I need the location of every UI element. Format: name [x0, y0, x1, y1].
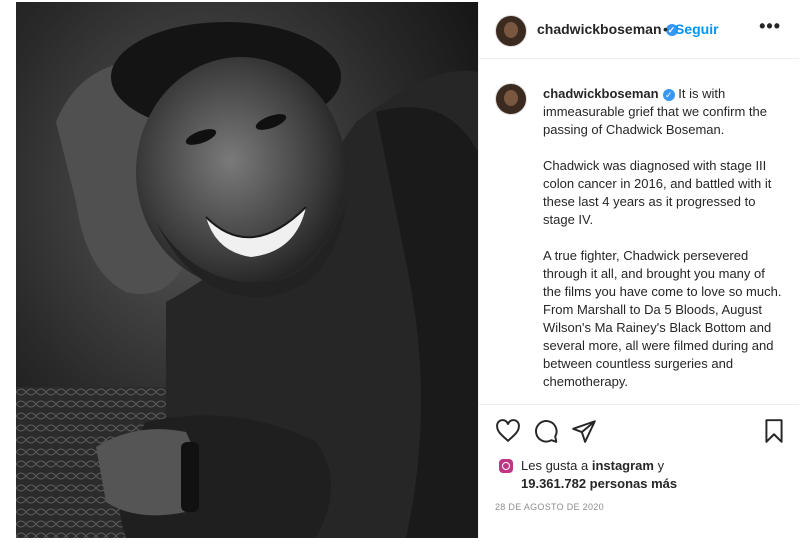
separator-dot: • — [663, 21, 668, 37]
caption-avatar[interactable] — [495, 83, 527, 115]
username-text[interactable]: chadwickboseman — [537, 21, 662, 37]
likes-summary: Les gusta a instagram y 19.361.782 perso… — [499, 457, 789, 493]
post-caption: chadwickboseman ✓ It is with immeasurable… — [543, 85, 783, 404]
post-photo[interactable] — [16, 2, 478, 538]
follow-button[interactable]: Seguir — [675, 21, 719, 37]
post-date[interactable]: 28 DE AGOSTO DE 2020 — [495, 502, 604, 512]
caption-verified-icon: ✓ — [662, 88, 675, 101]
caption-username[interactable]: chadwickboseman — [543, 86, 659, 101]
caption-paragraph-2: Chadwick was diagnosed with stage III co… — [543, 158, 772, 227]
action-bar — [479, 404, 799, 449]
more-options-icon[interactable]: ••• — [759, 16, 781, 37]
likes-count[interactable]: 19.361.782 personas más — [499, 476, 677, 491]
header-username[interactable]: chadwickboseman ✓ — [537, 21, 678, 37]
comments-area[interactable]: chadwickboseman ✓ It is with immeasurable… — [479, 59, 799, 404]
paper-plane-icon[interactable] — [571, 418, 597, 444]
post-header: chadwickboseman ✓ • Seguir ••• — [479, 2, 799, 59]
bookmark-icon[interactable] — [761, 418, 787, 444]
likes-user[interactable]: instagram — [592, 458, 654, 473]
avatar[interactable] — [495, 15, 527, 47]
caption-paragraph-3: A true fighter, Chadwick persevered thro… — [543, 248, 782, 389]
post-side-panel: chadwickboseman ✓ • Seguir ••• chadwickbo… — [478, 2, 799, 538]
likes-suffix: y — [657, 458, 665, 473]
instagram-post-window: chadwickboseman ✓ • Seguir ••• chadwickbo… — [0, 0, 800, 543]
comment-icon[interactable] — [533, 418, 559, 444]
instagram-avatar-icon — [499, 459, 513, 473]
heart-icon[interactable] — [495, 418, 521, 444]
portrait-image — [16, 2, 478, 538]
